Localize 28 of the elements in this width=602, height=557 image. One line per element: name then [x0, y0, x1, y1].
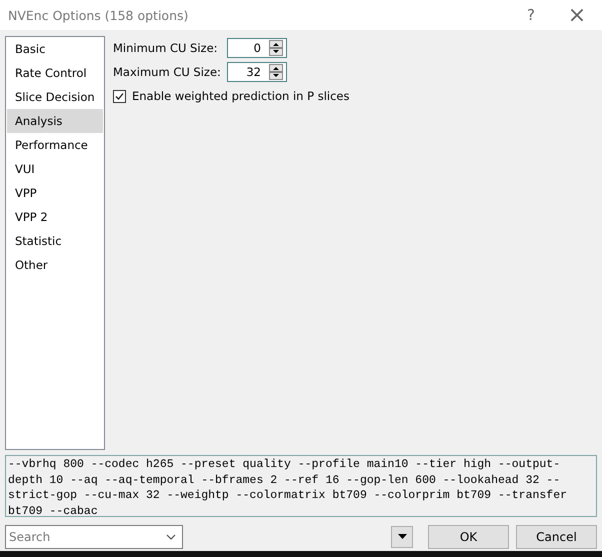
- spin-arrows-icon[interactable]: [269, 64, 283, 80]
- window-title: NVEnc Options (158 options): [8, 8, 190, 22]
- category-item[interactable]: Basic: [7, 37, 103, 61]
- category-item[interactable]: Slice Decision: [7, 85, 103, 109]
- number-field[interactable]: 0: [227, 38, 287, 58]
- command-line-field[interactable]: --vbrhq 800 --codec h265 --preset quality --profile main10 --tier high --output- depth 10 --aq --aq-temporal --bframes 2 --ref 16 --gop-len 600 --lookahead 32 -- strict-gop --cu-max 32 --weightp --colormatrix bt709 --colorprim bt709 --transfer bt709 --cabac: [5, 455, 597, 517]
- option-label: Minimum CU Size:: [113, 41, 219, 55]
- category-item[interactable]: VUI: [7, 157, 103, 181]
- option-label: Maximum CU Size:: [113, 65, 222, 79]
- number-field[interactable]: 32: [227, 62, 287, 82]
- close-button[interactable]: ×: [554, 0, 600, 30]
- category-item[interactable]: Performance: [7, 133, 103, 157]
- category-item[interactable]: Statistic: [7, 229, 103, 253]
- triangle-down-icon: [398, 534, 406, 539]
- chevron-down-icon: [166, 534, 176, 540]
- spin-arrows-icon[interactable]: [269, 40, 283, 56]
- checkbox[interactable]: [113, 90, 126, 102]
- search-field[interactable]: Search: [5, 524, 183, 548]
- category-item[interactable]: VPP 2: [7, 205, 103, 229]
- category-item[interactable]: Analysis: [7, 109, 103, 133]
- help-button[interactable]: ?: [508, 0, 554, 30]
- category-item[interactable]: Other: [7, 253, 103, 277]
- dropdown-button[interactable]: [391, 526, 413, 548]
- checkbox-label: Enable weighted prediction in P slices: [132, 89, 350, 103]
- ok-button[interactable]: OK: [428, 524, 509, 548]
- cancel-button[interactable]: Cancel: [516, 524, 597, 548]
- category-item[interactable]: Rate Control: [7, 61, 103, 85]
- category-item[interactable]: VPP: [7, 181, 103, 205]
